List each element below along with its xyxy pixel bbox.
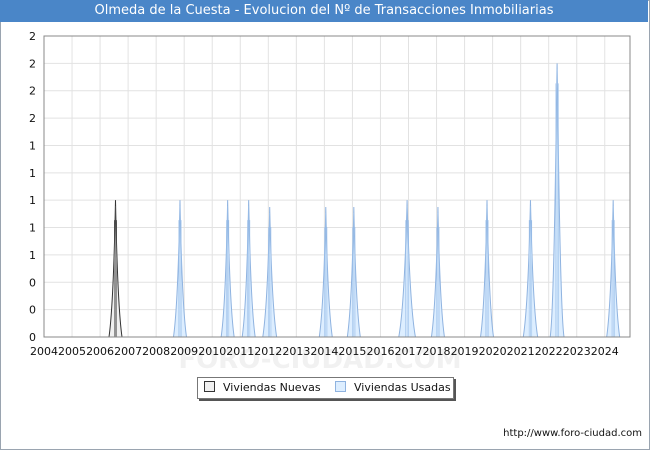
y-tick-label: 0: [29, 304, 36, 317]
x-tick-label: 2012: [254, 345, 282, 358]
x-tick-label: 2015: [338, 345, 366, 358]
y-tick-label: 2: [29, 30, 36, 43]
x-tick-label: 2013: [282, 345, 310, 358]
y-axis-ticks: 0 0 0 1 1 1 1 1 2 2 2 2: [29, 30, 36, 344]
x-tick-label: 2010: [198, 345, 226, 358]
y-tick-label: 0: [29, 276, 36, 289]
x-tick-label: 2024: [591, 345, 619, 358]
legend-label-usadas: Viviendas Usadas: [354, 381, 451, 394]
legend-swatch-usadas: [335, 381, 346, 392]
x-tick-label: 2008: [142, 345, 170, 358]
x-tick-label: 2011: [226, 345, 254, 358]
legend-swatch-nuevas: [204, 381, 215, 392]
x-tick-label: 2019: [451, 345, 479, 358]
x-tick-label: 2016: [366, 345, 394, 358]
legend-item-usadas: Viviendas Usadas: [335, 381, 451, 395]
x-tick-label: 2018: [423, 345, 451, 358]
y-tick-label: 2: [29, 57, 36, 70]
x-tick-label: 2014: [310, 345, 338, 358]
x-tick-label: 2017: [394, 345, 422, 358]
plot-area: [43, 35, 631, 338]
legend-item-nuevas: Viviendas Nuevas: [204, 381, 321, 395]
x-tick-label: 2005: [58, 345, 86, 358]
y-tick-label: 1: [29, 139, 36, 152]
x-tick-label: 2021: [507, 345, 535, 358]
x-tick-label: 2020: [479, 345, 507, 358]
x-tick-label: 2007: [114, 345, 142, 358]
x-tick-label: 2006: [86, 345, 114, 358]
y-tick-label: 1: [29, 167, 36, 180]
y-tick-label: 2: [29, 85, 36, 98]
y-tick-label: 1: [29, 249, 36, 262]
footer-url: http://www.foro-ciudad.com: [503, 428, 642, 439]
y-tick-label: 1: [29, 194, 36, 207]
y-tick-label: 1: [29, 222, 36, 235]
x-axis-ticks: 2004 2005 2006 2007 2008 2009 2010 2011 2012 2013…: [30, 345, 619, 358]
y-tick-label: 0: [29, 331, 36, 344]
x-tick-label: 2004: [30, 345, 58, 358]
legend: Viviendas Nuevas Viviendas Usadas: [197, 377, 454, 399]
x-tick-label: 2023: [563, 345, 591, 358]
y-tick-label: 2: [29, 112, 36, 125]
x-tick-label: 2009: [170, 345, 198, 358]
grid-lines: [44, 36, 630, 337]
legend-label-nuevas: Viviendas Nuevas: [223, 381, 321, 394]
x-tick-label: 2022: [535, 345, 563, 358]
